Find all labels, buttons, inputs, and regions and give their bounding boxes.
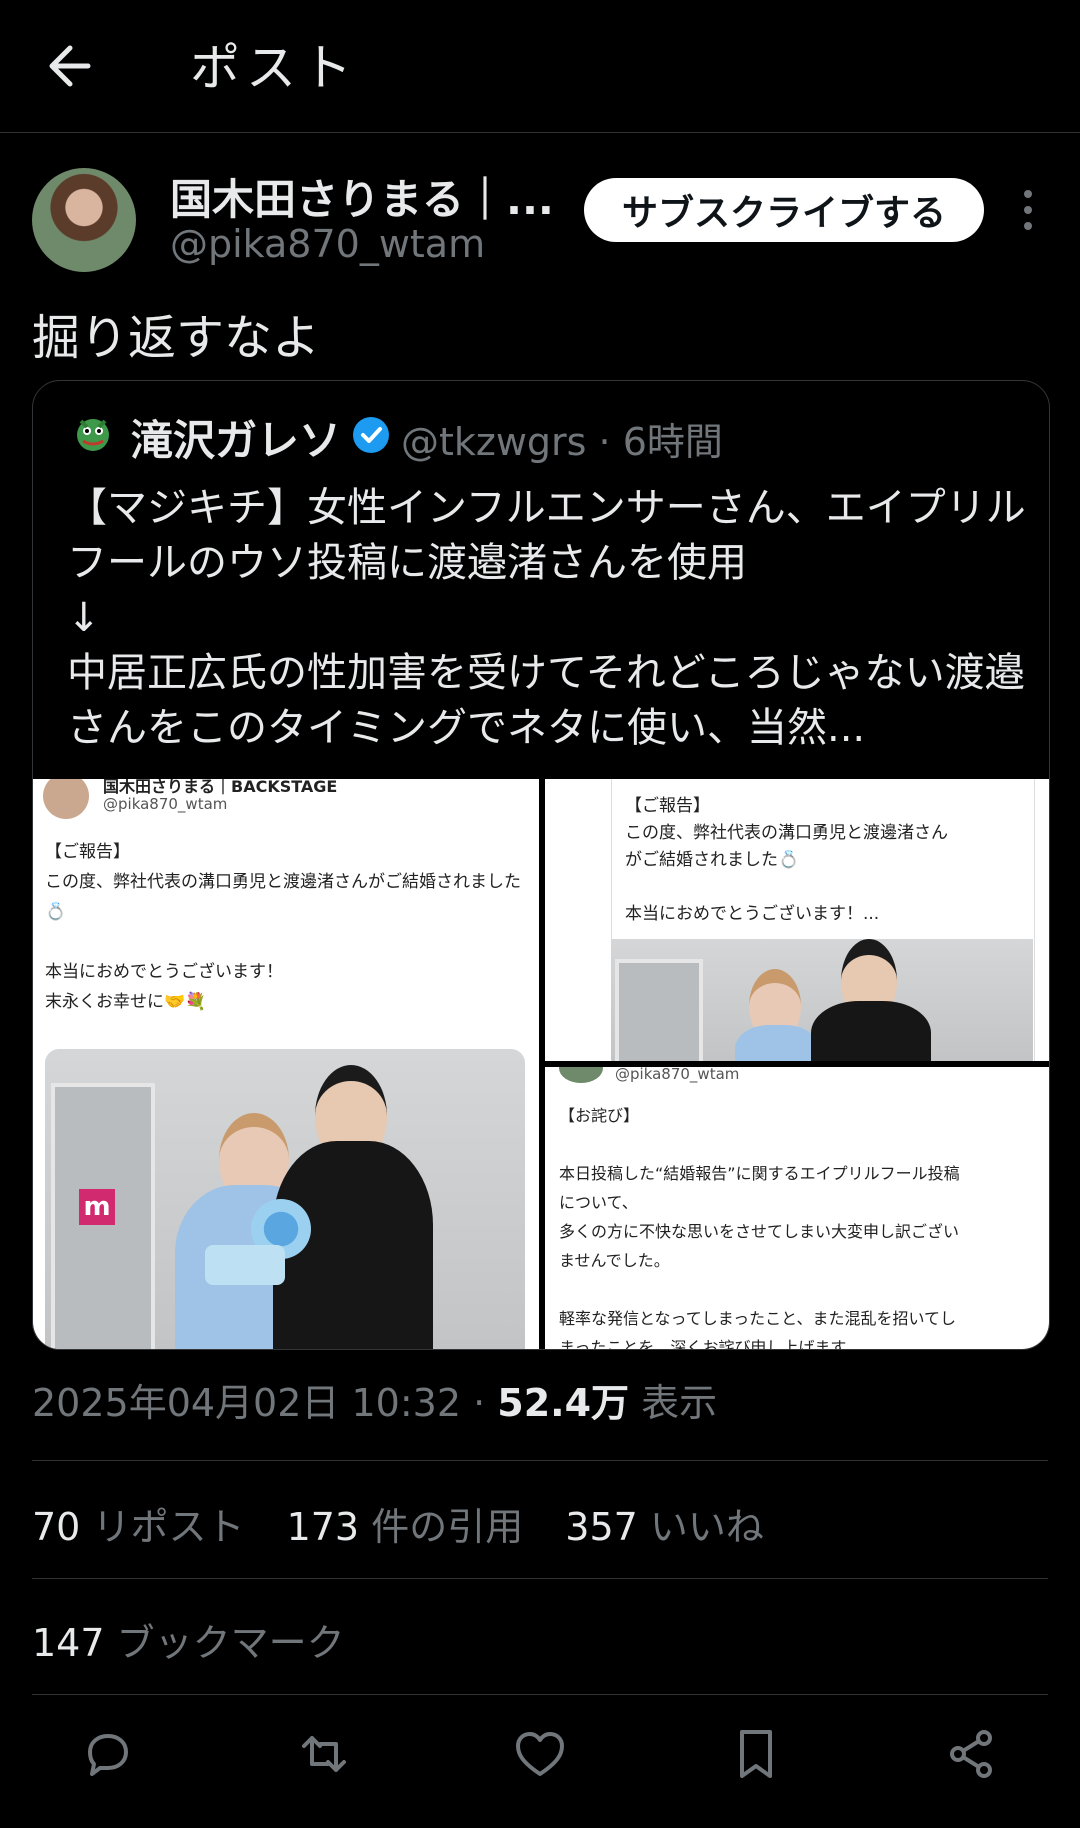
media-text: 【ご報告】 この度、弊社代表の溝口勇児と渡邊渚さん がご結婚されました💍 本当に… (625, 796, 948, 924)
reposts-stat[interactable]: 70 リポスト (32, 1505, 244, 1549)
subscribe-button[interactable]: サブスクライブする (584, 178, 984, 242)
quoted-post[interactable]: 滝沢ガレソ @tkzwgrs · 6時間 【マジキチ】女性インフルエンサーさん、… (32, 380, 1050, 1350)
media-author-handle: @pika870_wtam (103, 795, 228, 813)
media-image-2[interactable]: 【ご報告】 この度、弊社代表の溝口勇児と渡邊渚さん がご結婚されました💍 本当に… (545, 779, 1049, 1061)
timestamp[interactable]: 2025年04月02日 10:32 (32, 1381, 461, 1425)
avatar (43, 779, 89, 819)
top-bar: ポスト (0, 0, 1080, 133)
verified-icon (353, 417, 389, 453)
bookmarks-label: ブックマーク (116, 1621, 345, 1665)
likes-label: いいね (649, 1505, 764, 1549)
meta-separator: · (473, 1381, 498, 1425)
views-label: 表示 (641, 1381, 718, 1425)
photo: m (45, 1049, 525, 1349)
media-text: 【ご報告】 この度、弊社代表の溝口勇児と渡邊渚さんがご結婚されました💍 本当にお… (45, 842, 521, 1012)
author-handle[interactable]: @pika870_wtam (170, 222, 485, 266)
post-meta: 2025年04月02日 10:32 · 52.4万 表示 (32, 1372, 717, 1427)
media-grid: 国木田さりまる｜BACKSTAGE @pika870_wtam 【ご報告】 この… (33, 779, 1049, 1349)
person-image (811, 1001, 931, 1061)
photo (611, 939, 1033, 1061)
like-icon[interactable] (510, 1724, 570, 1784)
back-arrow-icon[interactable] (44, 36, 104, 96)
avatar (559, 1067, 603, 1083)
reply-icon[interactable] (78, 1724, 138, 1784)
repost-icon[interactable] (294, 1724, 354, 1784)
quote-author-name: 滝沢ガレソ (131, 416, 342, 465)
media-image-1[interactable]: 国木田さりまる｜BACKSTAGE @pika870_wtam 【ご報告】 この… (33, 779, 539, 1349)
person-image (735, 1025, 819, 1061)
quotes-label: 件の引用 (371, 1505, 524, 1549)
bookmarks-stat[interactable]: 147 ブックマーク (32, 1612, 345, 1667)
divider (32, 1694, 1048, 1695)
quote-avatar-icon (77, 419, 109, 451)
likes-stat[interactable]: 357 いいね (565, 1505, 764, 1549)
divider (32, 1578, 1048, 1579)
reposts-label: リポスト (92, 1505, 245, 1549)
share-icon[interactable] (942, 1724, 1002, 1784)
author-name[interactable]: 国木田さりまる｜... (170, 166, 554, 227)
quotes-count: 173 (286, 1505, 360, 1549)
bookmark-icon[interactable] (726, 1724, 786, 1784)
cake-image (205, 1245, 285, 1285)
action-bar (0, 1724, 1080, 1794)
views-count: 52.4万 (497, 1381, 630, 1425)
media-image-3[interactable]: @pika870_wtam 【お詫び】 本日投稿した“結婚報告”に関するエイプリ… (545, 1067, 1049, 1349)
page-title: ポスト (190, 39, 358, 97)
door-image (615, 959, 703, 1061)
bookmarks-count: 147 (32, 1621, 105, 1665)
media-author-handle: @pika870_wtam (615, 1067, 740, 1083)
post-text: 掘り返すなよ (32, 310, 321, 366)
divider (32, 1460, 1048, 1461)
quote-handle-time: @tkzwgrs · 6時間 (401, 420, 723, 464)
media-text: 【お詫び】 本日投稿した“結婚報告”に関するエイプリルフール投稿 について、 多… (559, 1106, 960, 1349)
quote-text: 【マジキチ】女性インフルエンサーさん、エイプリルフールのウソ投稿に渡邉渚さんを使… (67, 485, 1026, 751)
more-icon[interactable] (1010, 180, 1046, 240)
author-avatar[interactable] (32, 168, 136, 272)
engagement-stats: 70 リポスト 173 件の引用 357 いいね (32, 1496, 794, 1551)
reposts-count: 70 (32, 1505, 81, 1549)
logo-sign: m (79, 1189, 115, 1225)
quotes-stat[interactable]: 173 件の引用 (287, 1505, 524, 1549)
likes-count: 357 (565, 1505, 638, 1549)
